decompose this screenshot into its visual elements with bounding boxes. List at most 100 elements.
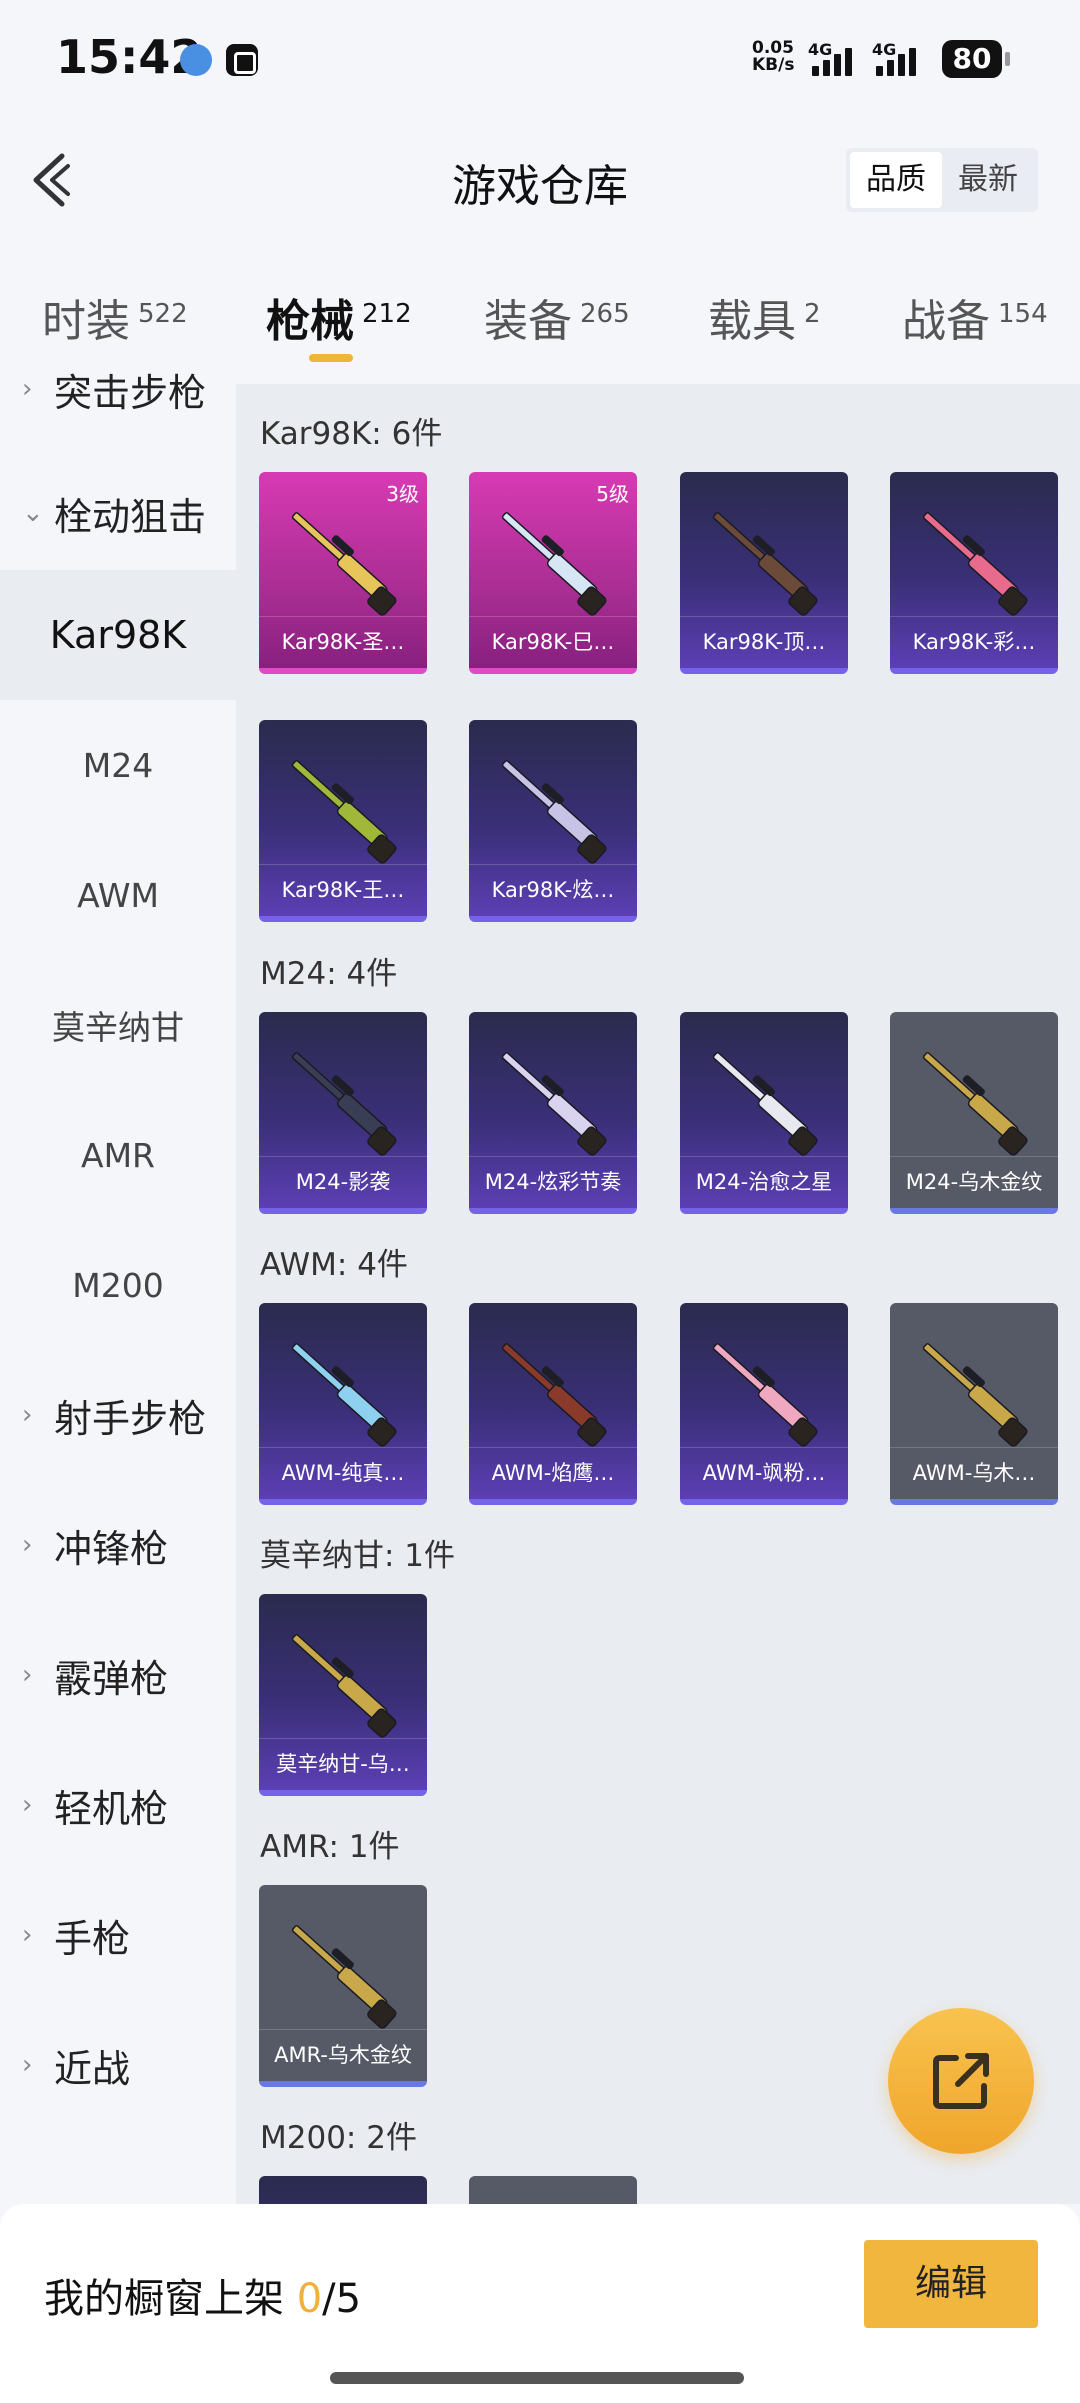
home-indicator[interactable] <box>330 2372 744 2384</box>
skin-name: Kar98K-巳… <box>469 616 637 668</box>
tab-label: 载具 <box>708 296 796 347</box>
rifle-icon <box>489 750 617 870</box>
sidebar-item-label: 轻机枪 <box>54 1786 169 1831</box>
skin-name: M24-治愈之星 <box>680 1156 848 1208</box>
section-title: M200: 2件 <box>260 2120 417 2156</box>
rifle-icon <box>910 1333 1038 1453</box>
tab-supplies[interactable]: 战备 154 <box>902 285 1048 349</box>
level-badge: 5级 <box>596 482 629 506</box>
sidebar-item-label: 手枪 <box>54 1916 131 1961</box>
sidebar-item-label: 射手步枪 <box>54 1396 207 1441</box>
tab-equipment[interactable]: 装备 265 <box>484 285 630 349</box>
sidebar-item[interactable]: 莫辛纳甘 <box>0 960 236 1090</box>
signal-bars-2-icon <box>876 48 916 76</box>
sidebar-item[interactable]: › 冲锋枪 <box>0 1480 236 1610</box>
sidebar-item[interactable]: › 突击步枪 <box>0 324 236 454</box>
tab-count: 2 <box>804 299 821 329</box>
skin-card[interactable]: 莫辛纳甘-乌… <box>259 1594 427 1796</box>
sidebar-item-label: 栓动狙击 <box>54 494 207 539</box>
sidebar-item-label: 冲锋枪 <box>54 1526 169 1571</box>
sidebar-item[interactable]: › 近战 <box>0 2000 236 2130</box>
section-title: M24: 4件 <box>260 956 398 992</box>
skin-card[interactable]: Kar98K-炫… <box>469 720 637 922</box>
skin-card[interactable]: AWM-纯真… <box>259 1303 427 1505</box>
skin-card[interactable]: Kar98K-彩… <box>890 472 1058 674</box>
skin-card[interactable] <box>469 2176 637 2204</box>
showcase-label: 我的橱窗上架 0/5 <box>44 2266 361 2324</box>
location-icon <box>180 44 212 76</box>
chevron-right-icon: › <box>22 374 33 404</box>
skin-card[interactable]: AWM-焰鹰… <box>469 1303 637 1505</box>
chevron-right-icon: › <box>22 1530 33 1560</box>
skin-name: AWM-飒粉… <box>680 1447 848 1499</box>
chevron-right-icon: › <box>22 2050 33 2080</box>
skin-card[interactable]: AMR-乌木金纹 <box>259 1885 427 2087</box>
rifle-icon <box>489 1042 617 1162</box>
rifle-icon <box>279 750 407 870</box>
sidebar-item[interactable]: M200 <box>0 1220 236 1350</box>
sidebar-item[interactable]: › 霰弹枪 <box>0 1610 236 1740</box>
sidebar-item-label: Kar98K <box>49 613 187 657</box>
rifle-icon <box>279 1624 407 1744</box>
share-button[interactable] <box>888 2008 1034 2154</box>
sidebar-item[interactable]: ⌄ 栓动狙击 <box>0 448 236 578</box>
rifle-icon <box>700 502 828 622</box>
skin-card[interactable]: M24-治愈之星 <box>680 1012 848 1214</box>
skin-name: Kar98K-彩… <box>890 616 1058 668</box>
weapon-type-sidebar: › 突击步枪 ⌄ 栓动狙击 Kar98K M24 AWM 莫辛纳甘 AMR M200 › 射手步枪 › 冲… <box>0 371 236 2204</box>
rifle-icon <box>489 502 617 622</box>
tab-count: 265 <box>580 299 630 329</box>
tab-count: 212 <box>362 299 412 329</box>
skin-card[interactable]: AWM-飒粉… <box>680 1303 848 1505</box>
rifle-icon <box>489 1333 617 1453</box>
sort-latest-button[interactable]: 最新 <box>942 152 1034 208</box>
tab-label: 战备 <box>902 296 990 347</box>
sidebar-item[interactable]: AWM <box>0 830 236 960</box>
active-tab-indicator <box>309 354 353 362</box>
sidebar-item-label: AWM <box>77 875 159 915</box>
chevron-down-icon: ⌄ <box>22 498 44 528</box>
skin-card[interactable]: Kar98K-王… <box>259 720 427 922</box>
status-bar: 15:42 0.05 KB/s 4G 4G 80 <box>0 0 1080 120</box>
sidebar-item-label: M24 <box>82 745 154 785</box>
tab-label: 装备 <box>484 296 572 347</box>
showcase-total: /5 <box>322 2276 362 2322</box>
skin-card[interactable]: 3级 Kar98K-圣… <box>259 472 427 674</box>
sidebar-item-label: M200 <box>72 1265 164 1305</box>
tab-vehicles[interactable]: 载具 2 <box>708 285 821 349</box>
sidebar-item[interactable]: Kar98K <box>0 570 236 700</box>
skin-name: M24-影袭 <box>259 1156 427 1208</box>
sidebar-item[interactable]: AMR <box>0 1090 236 1220</box>
rifle-icon <box>279 1042 407 1162</box>
sidebar-item[interactable]: › 手枪 <box>0 1870 236 2000</box>
section-title: 莫辛纳甘: 1件 <box>260 1538 456 1574</box>
sort-quality-button[interactable]: 品质 <box>850 152 942 208</box>
skin-name: Kar98K-王… <box>259 864 427 916</box>
skin-name: Kar98K-炫… <box>469 864 637 916</box>
showcase-bar: 我的橱窗上架 0/5 编辑 <box>0 2204 1080 2403</box>
skin-card[interactable]: M24-乌木金纹 <box>890 1012 1058 1214</box>
skin-name: M24-乌木金纹 <box>890 1156 1058 1208</box>
tab-firearms[interactable]: 枪械 212 <box>266 285 412 349</box>
skin-card[interactable] <box>259 2176 427 2204</box>
sidebar-item[interactable]: › 射手步枪 <box>0 1350 236 1480</box>
chevron-right-icon: › <box>22 1920 33 1950</box>
net-speed: 0.05 KB/s <box>752 40 794 74</box>
rifle-icon <box>279 502 407 622</box>
sidebar-item[interactable]: M24 <box>0 700 236 830</box>
skin-card[interactable]: M24-炫彩节奏 <box>469 1012 637 1214</box>
tab-count: 154 <box>998 299 1048 329</box>
tab-label: 枪械 <box>266 296 354 347</box>
rifle-icon <box>279 1333 407 1453</box>
skin-card[interactable]: M24-影袭 <box>259 1012 427 1214</box>
skin-card[interactable]: 5级 Kar98K-巳… <box>469 472 637 674</box>
edit-button[interactable]: 编辑 <box>864 2240 1038 2328</box>
showcase-current: 0 <box>296 2276 323 2322</box>
sidebar-item[interactable]: › 轻机枪 <box>0 1740 236 1870</box>
skin-card[interactable]: AWM-乌木… <box>890 1303 1058 1505</box>
level-badge: 3级 <box>386 482 419 506</box>
skin-card[interactable]: Kar98K-顶… <box>680 472 848 674</box>
skin-name: AMR-乌木金纹 <box>259 2029 427 2081</box>
sidebar-item-label: AMR <box>81 1135 155 1175</box>
sidebar-item-label: 突击步枪 <box>54 370 207 415</box>
